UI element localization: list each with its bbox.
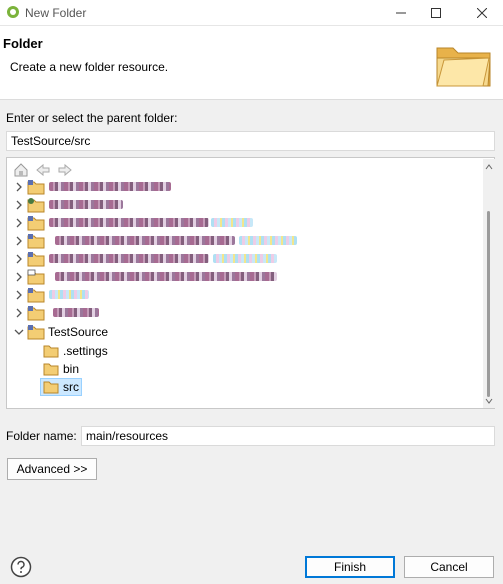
finish-button[interactable]: Finish [305, 556, 395, 578]
page-description: Create a new folder resource. [10, 60, 169, 74]
tree-item-project[interactable] [7, 232, 477, 250]
tree-item-project[interactable] [7, 286, 477, 304]
tree-item-label: .settings [63, 344, 108, 358]
tree-item-src[interactable]: src [7, 378, 477, 396]
obscured-project-name [211, 218, 253, 227]
chevron-right-icon[interactable] [14, 181, 24, 193]
obscured-project-name [55, 236, 235, 245]
tree-item-label: src [63, 380, 79, 394]
minimize-icon [396, 12, 406, 14]
tree-item-testsource[interactable]: TestSource [7, 323, 477, 341]
minimize-button[interactable] [381, 0, 421, 26]
obscured-project-name [49, 182, 171, 191]
tree-item-project[interactable] [7, 304, 477, 322]
tree-item-settings[interactable]: .settings [7, 342, 477, 360]
chevron-down-icon[interactable] [14, 326, 24, 338]
obscured-project-name [49, 218, 209, 227]
chevron-right-icon[interactable] [14, 289, 24, 301]
chevron-right-icon[interactable] [14, 271, 24, 283]
tree-item-project[interactable] [7, 268, 477, 286]
chevron-right-icon[interactable] [14, 253, 24, 265]
vertical-scrollbar[interactable] [483, 159, 495, 408]
project-icon [27, 234, 45, 249]
project-icon [27, 252, 45, 267]
obscured-project-name [49, 290, 89, 299]
app-icon [7, 6, 19, 18]
page-title: Folder [3, 36, 43, 51]
folder-icon [43, 345, 59, 358]
chevron-right-icon[interactable] [14, 217, 24, 229]
scrollbar-thumb[interactable] [487, 211, 490, 397]
close-icon [477, 8, 487, 18]
wizard-header: Folder Create a new folder resource. [0, 26, 503, 100]
help-icon[interactable] [10, 556, 32, 578]
scroll-down-icon[interactable] [485, 397, 493, 405]
parent-folder-label: Enter or select the parent folder: [6, 111, 178, 125]
window-title: New Folder [25, 6, 87, 20]
tree-item-bin[interactable]: bin [7, 360, 477, 378]
chevron-right-icon[interactable] [14, 307, 24, 319]
home-icon[interactable] [13, 162, 29, 178]
tree-item-label: TestSource [48, 325, 109, 339]
folder-icon [43, 381, 59, 394]
maven-project-icon [27, 269, 45, 285]
project-icon [27, 325, 45, 340]
project-icon [27, 288, 45, 303]
tree-item-project[interactable] [7, 214, 477, 232]
tree-item-label: bin [63, 362, 80, 376]
tree-item-project[interactable] [7, 250, 477, 268]
parent-folder-input[interactable]: TestSource/src [6, 131, 495, 151]
tree-item-project[interactable] [7, 178, 477, 196]
obscured-project-name [49, 254, 209, 263]
title-bar: New Folder [0, 0, 503, 26]
obscured-project-name [213, 254, 277, 263]
folder-name-label: Folder name: [6, 429, 77, 443]
scroll-up-icon[interactable] [485, 163, 493, 171]
forward-icon[interactable] [57, 162, 73, 178]
cancel-button[interactable]: Cancel [404, 556, 494, 578]
folder-name-input[interactable]: main/resources [81, 426, 495, 446]
project-icon [27, 216, 45, 231]
back-icon[interactable] [35, 162, 51, 178]
chevron-right-icon[interactable] [14, 199, 24, 211]
project-icon [27, 198, 45, 213]
obscured-project-name [49, 200, 123, 209]
folder-banner-icon [436, 47, 491, 87]
project-icon [27, 180, 45, 195]
advanced-button[interactable]: Advanced >> [7, 458, 97, 480]
obscured-project-name [55, 272, 277, 281]
maximize-icon [431, 8, 441, 18]
folder-icon [43, 363, 59, 376]
project-icon [27, 306, 45, 321]
close-button[interactable] [462, 0, 502, 26]
chevron-right-icon[interactable] [14, 235, 24, 247]
maximize-button[interactable] [416, 0, 456, 26]
tree-item-project[interactable] [7, 196, 477, 214]
folder-tree[interactable]: TestSource .settings bin src [6, 157, 495, 409]
obscured-project-name [239, 236, 297, 245]
obscured-project-name [53, 308, 99, 317]
